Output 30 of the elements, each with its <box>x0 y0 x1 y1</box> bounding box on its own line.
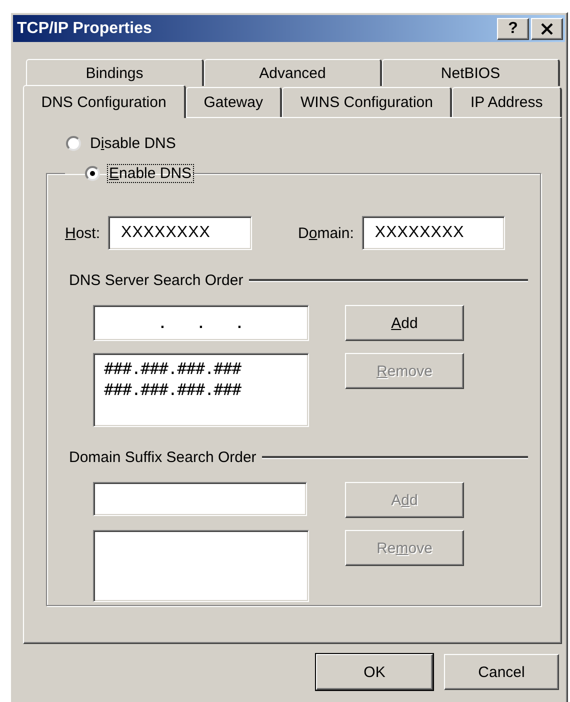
list-item[interactable]: ###.###.###.### <box>104 379 298 400</box>
section-heading: Domain Suffix Search Order <box>69 449 256 466</box>
help-button[interactable]: ? <box>497 18 529 40</box>
cancel-button[interactable]: Cancel <box>444 654 559 690</box>
suffix-field[interactable] <box>93 482 307 516</box>
domain-label: Domain: <box>298 224 354 242</box>
radio-label[interactable]: Disable DNS <box>89 134 177 152</box>
host-field[interactable]: XXXXXXXX <box>108 216 252 250</box>
tab[interactable]: DNS Configuration <box>23 85 186 118</box>
ip-address-field[interactable]: . . . <box>93 305 309 341</box>
close-button[interactable] <box>531 18 563 40</box>
radio-button[interactable] <box>66 136 81 150</box>
add-button[interactable]: Add <box>345 305 464 341</box>
domain-field[interactable]: XXXXXXXX <box>362 216 505 250</box>
suffix-list[interactable] <box>93 530 309 602</box>
radio-label[interactable]: Enable DNS <box>108 164 193 182</box>
tab[interactable]: NetBIOS <box>382 59 560 86</box>
section-heading: DNS Server Search Order <box>69 272 244 289</box>
tab[interactable]: WINS Configuration <box>282 87 452 117</box>
server-list[interactable]: ###.###.###.### ###.###.###.### <box>93 353 309 427</box>
tab[interactable]: IP Address <box>452 87 562 117</box>
host-label: Host: <box>65 224 100 242</box>
window-title: TCP/IP Properties <box>17 20 152 38</box>
tab[interactable]: Gateway <box>186 87 282 117</box>
close-icon <box>540 22 554 34</box>
list-item[interactable]: ###.###.###.### <box>104 358 298 379</box>
tab[interactable]: Advanced <box>204 59 382 86</box>
tab[interactable]: Bindings <box>26 59 204 86</box>
radio-button[interactable] <box>85 166 100 180</box>
ok-button[interactable]: OK <box>316 654 433 690</box>
